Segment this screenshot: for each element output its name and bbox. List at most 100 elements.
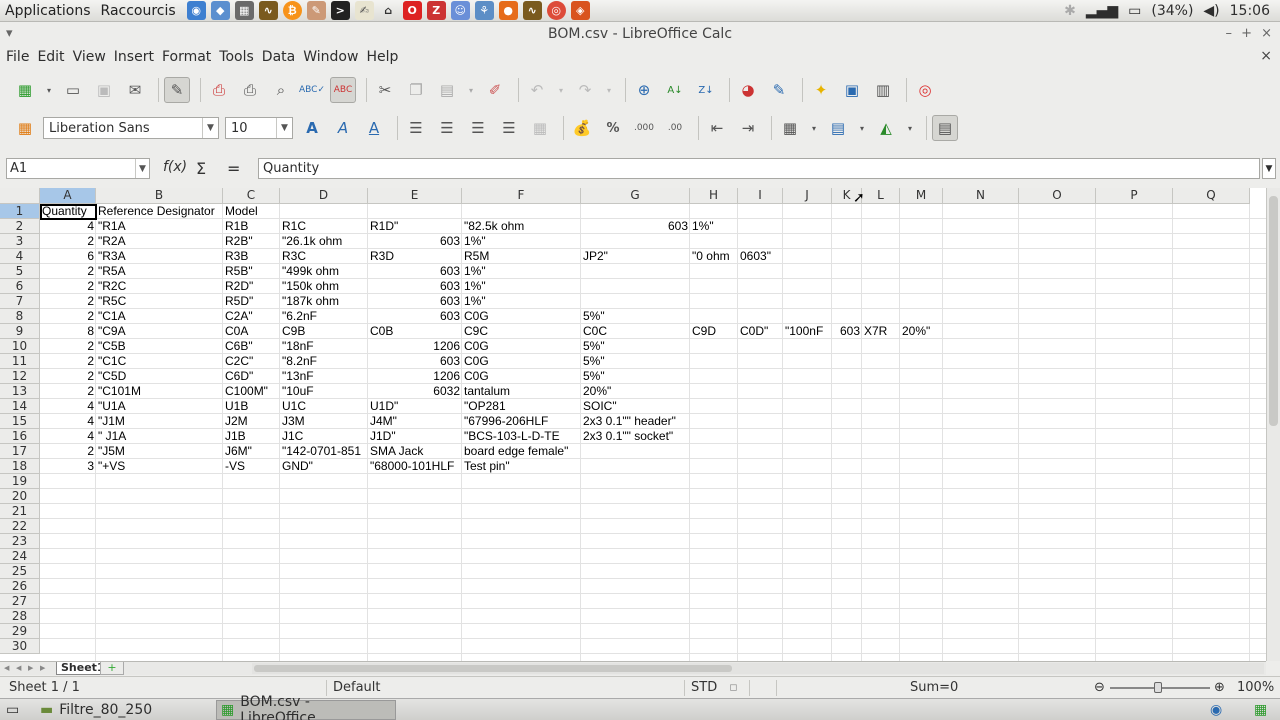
styles-icon[interactable]: ▦: [12, 115, 38, 141]
cell-A14[interactable]: 4: [40, 399, 95, 414]
first-sheet-icon[interactable]: ◀: [4, 664, 12, 673]
expand-formula-icon[interactable]: ▼: [1262, 158, 1276, 179]
new-document-icon[interactable]: ▦: [12, 77, 38, 103]
cell-F3[interactable]: 1%": [463, 234, 487, 249]
cell-F10[interactable]: C0G: [463, 339, 490, 354]
paste-icon[interactable]: ▤: [434, 77, 460, 103]
cell-C2[interactable]: R1B: [224, 219, 249, 234]
font-name-dropdown-icon[interactable]: ▼: [202, 118, 218, 138]
undo-dropdown-icon[interactable]: ▾: [555, 77, 567, 103]
cell-B11[interactable]: "C1C: [97, 354, 127, 369]
column-header[interactable]: N: [943, 188, 1019, 204]
background-color-icon[interactable]: ▤: [825, 115, 851, 141]
terminal-icon[interactable]: >: [330, 1, 350, 20]
borders-dropdown-icon[interactable]: ▾: [808, 115, 820, 141]
gimp-icon[interactable]: ✎: [306, 1, 326, 20]
cell-F7[interactable]: 1%": [463, 294, 487, 309]
cell-G14[interactable]: SOIC": [582, 399, 618, 414]
column-header[interactable]: F: [462, 188, 581, 204]
increase-indent-icon[interactable]: ⇥: [735, 115, 761, 141]
menu-data[interactable]: Data: [258, 49, 299, 65]
cell-A3[interactable]: 2: [40, 234, 95, 249]
cell-E3[interactable]: 603: [368, 234, 461, 249]
cell-B18[interactable]: "+VS: [97, 459, 126, 474]
cell-C11[interactable]: C2C": [224, 354, 254, 369]
cell-A18[interactable]: 3: [40, 459, 95, 474]
row-header[interactable]: 23: [0, 534, 40, 549]
bluetooth-icon[interactable]: ✱: [1064, 3, 1076, 19]
row-header[interactable]: 12: [0, 369, 40, 384]
cell-A13[interactable]: 2: [40, 384, 95, 399]
cell-E15[interactable]: J4M": [369, 414, 398, 429]
filezilla-icon[interactable]: Z: [426, 1, 446, 20]
cut-icon[interactable]: ✂: [372, 77, 398, 103]
column-header[interactable]: A: [40, 188, 96, 204]
cell-A17[interactable]: 2: [40, 444, 95, 459]
cell-B13[interactable]: "C101M: [97, 384, 142, 399]
cell-C10[interactable]: C6B": [224, 339, 254, 354]
cell-D18[interactable]: GND": [281, 459, 314, 474]
cell-A11[interactable]: 2: [40, 354, 95, 369]
activity-monitor-icon[interactable]: ∿: [522, 1, 542, 20]
cell-H9[interactable]: C9D: [691, 324, 717, 339]
cell-B14[interactable]: "U1A: [97, 399, 127, 414]
cell-D13[interactable]: "10uF: [281, 384, 315, 399]
row-header[interactable]: 8: [0, 309, 40, 324]
align-right-icon[interactable]: ☰: [465, 115, 491, 141]
row-header[interactable]: 17: [0, 444, 40, 459]
cell-K9[interactable]: 603: [832, 324, 861, 339]
cell-G9[interactable]: C0C: [582, 324, 608, 339]
chrome-icon[interactable]: ◎: [546, 1, 566, 20]
gallery-icon[interactable]: ▣: [839, 77, 865, 103]
cell-E2[interactable]: R1D": [369, 219, 399, 234]
cell-G11[interactable]: 5%": [582, 354, 606, 369]
navigator-icon[interactable]: ✦: [808, 77, 834, 103]
prev-sheet-icon[interactable]: ◀: [16, 664, 24, 673]
firefox-icon[interactable]: ●: [498, 1, 518, 20]
menu-view[interactable]: View: [69, 49, 110, 65]
pidgin-icon[interactable]: ☺: [450, 1, 470, 20]
cell-C7[interactable]: R5D": [224, 294, 254, 309]
font-name-box[interactable]: Liberation Sans ▼: [43, 117, 219, 139]
cell-F15[interactable]: "67996-206HLF: [463, 414, 549, 429]
cell-H4[interactable]: "0 ohm: [691, 249, 731, 264]
cell-E9[interactable]: C0B: [369, 324, 394, 339]
cell-C13[interactable]: C100M": [224, 384, 269, 399]
column-header[interactable]: C: [223, 188, 280, 204]
cell-D11[interactable]: "8.2nF: [281, 354, 318, 369]
column-header[interactable]: L: [862, 188, 900, 204]
cell-C9[interactable]: C0A: [224, 324, 249, 339]
cell-E7[interactable]: 603: [368, 294, 461, 309]
background-dropdown-icon[interactable]: ▾: [856, 115, 868, 141]
column-header[interactable]: B: [96, 188, 223, 204]
cell-C4[interactable]: R3B: [224, 249, 249, 264]
cell-C1[interactable]: Model: [224, 204, 259, 219]
next-sheet-icon[interactable]: ▶: [28, 664, 36, 673]
cell-I9[interactable]: C0D": [739, 324, 769, 339]
opera-icon[interactable]: O: [402, 1, 422, 20]
row-header[interactable]: 25: [0, 564, 40, 579]
cell-C6[interactable]: R2D": [224, 279, 254, 294]
formula-input[interactable]: Quantity: [258, 158, 1260, 179]
cell-D2[interactable]: R1C: [281, 219, 307, 234]
cell-F12[interactable]: C0G: [463, 369, 490, 384]
menu-insert[interactable]: Insert: [110, 49, 158, 65]
cell-B2[interactable]: "R1A: [97, 219, 127, 234]
close-document-icon[interactable]: ×: [1260, 48, 1272, 64]
cell-D4[interactable]: R3C: [281, 249, 307, 264]
row-header[interactable]: 28: [0, 609, 40, 624]
cell-B8[interactable]: "C1A: [97, 309, 127, 324]
tray-calc-icon[interactable]: ▦: [1250, 700, 1274, 720]
row-header[interactable]: 16: [0, 429, 40, 444]
cell-E8[interactable]: 603: [368, 309, 461, 324]
row-header[interactable]: 13: [0, 384, 40, 399]
signal-icon[interactable]: ▂▄▆: [1086, 3, 1118, 19]
cell-H2[interactable]: 1%": [691, 219, 715, 234]
last-sheet-icon[interactable]: ▶: [40, 664, 48, 673]
italic-icon[interactable]: A: [330, 115, 356, 141]
redo-icon[interactable]: ↷: [572, 77, 598, 103]
undo-icon[interactable]: ↶: [524, 77, 550, 103]
cell-J9[interactable]: "100nF: [784, 324, 824, 339]
column-header[interactable]: D: [280, 188, 368, 204]
clock[interactable]: 15:06: [1230, 3, 1270, 19]
